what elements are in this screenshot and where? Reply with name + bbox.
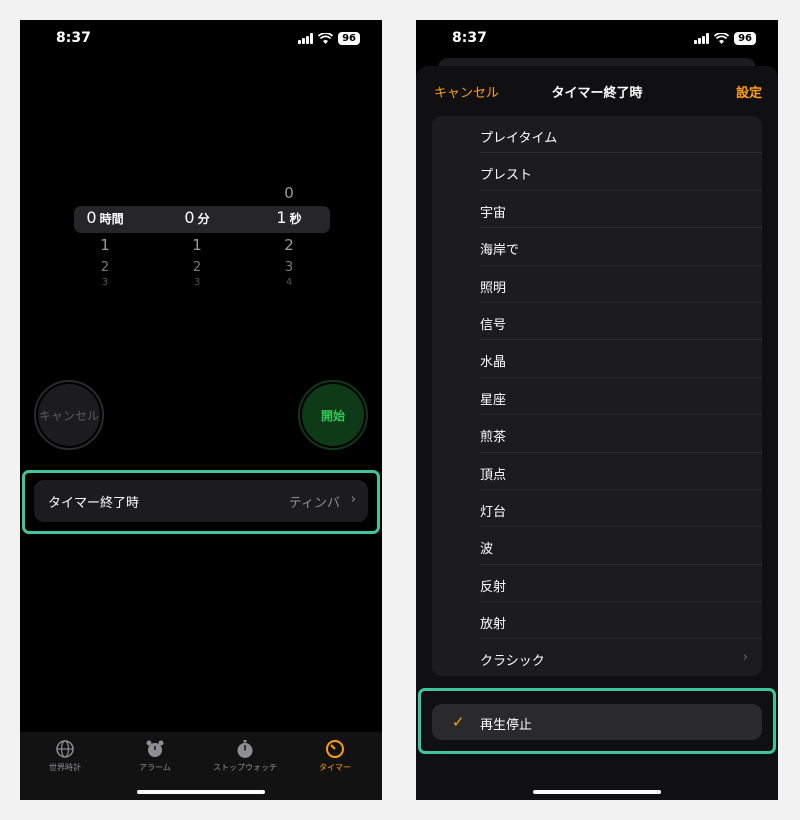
minutes-option: 1: [192, 236, 202, 254]
sound-option-label: 放射: [480, 617, 507, 633]
tab-stopwatch[interactable]: ストップウォッチ: [200, 738, 290, 773]
sound-option-label: 波: [480, 542, 494, 558]
alarm-clock-icon: [110, 738, 200, 760]
tab-label: タイマー: [319, 763, 351, 772]
sound-option-label: プレスト: [480, 168, 533, 184]
sound-option-label: 海岸で: [480, 243, 520, 259]
status-time: 8:37: [56, 30, 91, 46]
timer-ends-value: ティンバ: [288, 496, 340, 511]
status-icons: 96: [694, 32, 756, 45]
sound-option[interactable]: プレイタイム: [432, 116, 762, 154]
tab-alarm[interactable]: アラーム: [110, 738, 200, 773]
sound-option-label: 信号: [480, 317, 507, 333]
tab-timer[interactable]: タイマー: [290, 738, 380, 773]
home-indicator: [533, 790, 661, 794]
sound-option[interactable]: 反射: [432, 565, 762, 603]
sound-option[interactable]: プレスト: [432, 153, 762, 191]
minutes-wheel[interactable]: 0分 1 2 3: [152, 180, 242, 310]
checkmark-icon: ✓: [452, 713, 465, 731]
minutes-option: 2: [192, 260, 202, 275]
sound-option[interactable]: 波: [432, 527, 762, 565]
sound-option-label: プレイタイム: [480, 131, 558, 146]
wifi-icon: [318, 33, 334, 44]
tab-world-clock[interactable]: 世界時計: [20, 738, 110, 773]
sound-option[interactable]: 照明: [432, 266, 762, 303]
timer-screen: 8:37 96 0時間 1 2 3 0分 1 2 3 0 1秒 2 3 4 キ: [20, 20, 382, 800]
timer-ends-screen: 8:37 96 キャンセル タイマー終了時 設定 プレイタイム プレスト 宇宙 海岸で…: [416, 20, 778, 800]
status-bar: 8:37 96: [416, 20, 778, 60]
sound-option[interactable]: 灯台: [432, 490, 762, 528]
globe-icon: [20, 738, 110, 760]
sound-option[interactable]: 頂点: [432, 453, 762, 490]
status-bar: 8:37 96: [20, 20, 382, 60]
minutes-option: 3: [193, 277, 201, 285]
sound-option-label: 反射: [480, 579, 507, 595]
cancel-button[interactable]: キャンセル: [34, 380, 104, 450]
battery-icon: 96: [734, 32, 756, 45]
seconds-selected: 1秒: [276, 208, 302, 227]
cellular-signal-icon: [694, 33, 710, 44]
chevron-right-icon: ›: [350, 492, 356, 507]
sound-option[interactable]: 星座: [432, 378, 762, 416]
status-time: 8:37: [452, 30, 487, 46]
timer-icon: [290, 738, 380, 760]
timer-ends-label: タイマー終了時: [48, 496, 140, 511]
duration-picker[interactable]: 0 時間 1 2 3 0分 1 2 3 0 1秒 2 3 4: [20, 180, 382, 310]
timer-ends-sheet: キャンセル タイマー終了時 設定 プレイタイム プレスト 宇宙 海岸で 照明 信号 水晶 星座…: [416, 66, 778, 800]
sound-option[interactable]: 海岸で: [432, 228, 762, 266]
sound-option-label: 煎茶: [480, 430, 507, 446]
hours-option: 1: [100, 236, 110, 254]
hours-wheel[interactable]: 0 時間 1 2 3: [60, 180, 150, 310]
seconds-option: 2: [284, 236, 294, 254]
cancel-button-label: キャンセル: [38, 384, 100, 446]
sheet-title: タイマー終了時: [551, 86, 643, 101]
status-icons: 96: [298, 32, 360, 45]
hours-option: 3: [101, 277, 109, 285]
sound-option-label: 宇宙: [480, 205, 507, 221]
seconds-option: 4: [285, 277, 293, 285]
tab-label: 世界時計: [49, 763, 81, 772]
classic-row[interactable]: クラシック ›: [432, 639, 762, 676]
sound-list: プレイタイム プレスト宇宙海岸で照明信号水晶星座煎茶頂点灯台波反射放射 クラシック…: [432, 116, 762, 676]
wifi-icon: [714, 33, 730, 44]
seconds-option: 3: [284, 260, 294, 275]
sound-option-label: 水晶: [480, 355, 507, 371]
classic-label: クラシック: [480, 654, 545, 670]
stopwatch-icon: [200, 738, 290, 760]
cellular-signal-icon: [298, 33, 314, 44]
tab-label: ストップウォッチ: [213, 763, 277, 772]
battery-icon: 96: [338, 32, 360, 45]
seconds-wheel[interactable]: 0 1秒 2 3 4: [244, 180, 334, 310]
minutes-selected: 0分: [184, 208, 210, 227]
sound-option[interactable]: 水晶: [432, 340, 762, 378]
sound-option[interactable]: 放射: [432, 602, 762, 640]
sound-option-label: 照明: [480, 280, 507, 296]
nav-set-button[interactable]: 設定: [736, 82, 762, 101]
start-button-label: 開始: [302, 384, 364, 446]
sound-list-items: プレイタイム プレスト宇宙海岸で照明信号水晶星座煎茶頂点灯台波反射放射: [432, 116, 762, 640]
stop-playing-label: 再生停止: [480, 718, 533, 733]
chevron-right-icon: ›: [742, 650, 748, 666]
sound-option-label: 頂点: [480, 467, 507, 483]
start-button[interactable]: 開始: [298, 380, 368, 450]
tab-label: アラーム: [139, 763, 171, 772]
hours-selected: 0 時間: [86, 208, 124, 227]
hours-option: 2: [100, 260, 110, 275]
sound-option[interactable]: 宇宙: [432, 191, 762, 229]
stop-playing-row[interactable]: ✓ 再生停止: [432, 704, 762, 740]
seconds-option: 0: [284, 184, 294, 202]
home-indicator: [137, 790, 265, 794]
sound-option-label: 星座: [480, 392, 507, 408]
sound-option-label: 灯台: [480, 504, 507, 520]
sound-option[interactable]: 煎茶: [432, 415, 762, 453]
timer-ends-row[interactable]: タイマー終了時 ティンバ ›: [34, 480, 368, 522]
sound-option[interactable]: 信号: [432, 303, 762, 341]
